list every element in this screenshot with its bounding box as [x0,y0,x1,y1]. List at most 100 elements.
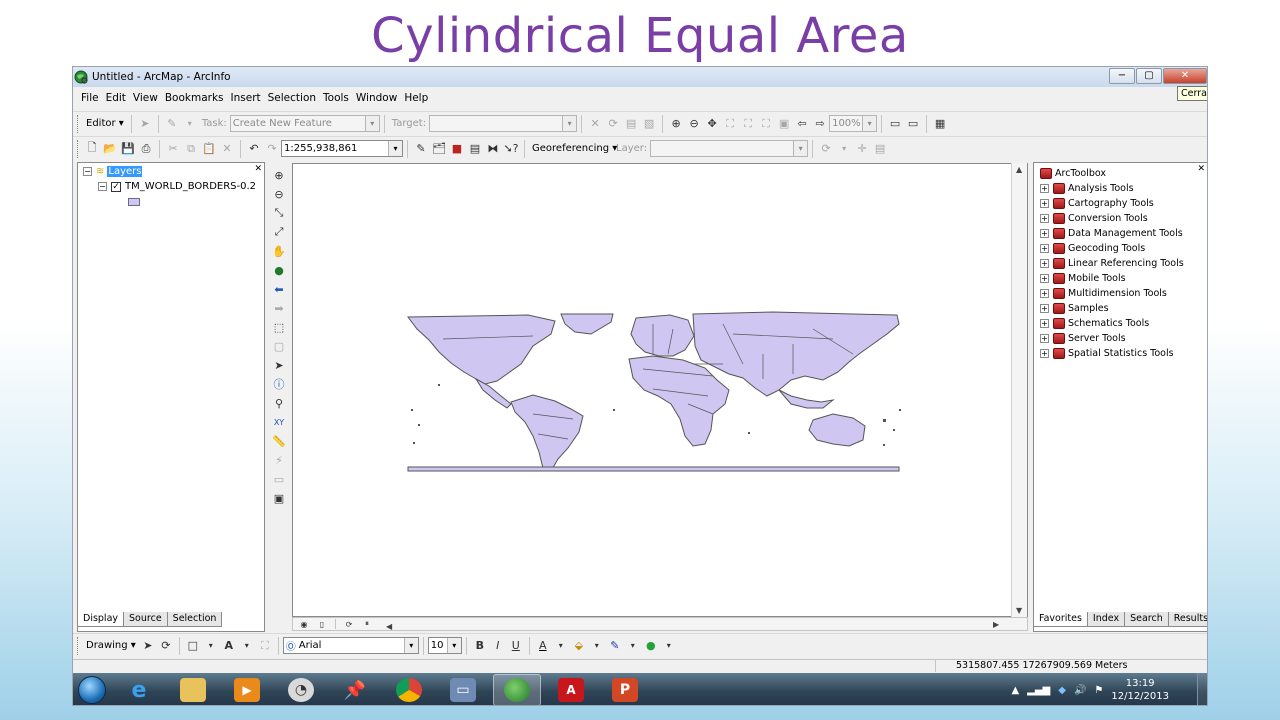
tab-index[interactable]: Index [1086,612,1126,627]
whats-this-icon[interactable]: ➘? [503,140,519,158]
georeferencing-menu[interactable]: Georeferencing ▾ [529,140,617,157]
tab-source[interactable]: Source [123,612,168,627]
layers-label[interactable]: Layers [107,166,143,177]
show-desktop-button[interactable] [1197,673,1207,705]
html-popup-icon[interactable]: ▭ [271,470,287,488]
rotate-element-icon[interactable]: ⟳ [158,637,174,655]
split-tool-icon[interactable]: ✕ [587,115,603,133]
layer-visibility-checkbox[interactable]: ✓ [111,181,121,192]
menu-edit[interactable]: Edit [106,92,126,104]
go-back-extent-icon[interactable]: ⇦ [794,115,810,133]
font-size-select[interactable]: 10 ▾ [427,637,462,654]
edit-tool-icon[interactable]: ➤ [137,115,153,133]
taskbar-powerpoint[interactable]: P [601,674,649,705]
tab-display[interactable]: Display [77,612,125,627]
taskbar-remote-desktop[interactable]: ▭ [439,674,487,705]
taskbar-internet-explorer[interactable]: e [115,674,163,705]
fixed-zoom-in-icon[interactable]: ⤡ [271,204,287,222]
tab-search[interactable]: Search [1124,612,1169,627]
expand-icon[interactable]: + [1040,273,1049,283]
georef-dropdown-icon[interactable]: ▾ [836,140,852,158]
map-scale-select[interactable]: 1:255,938,861 ▾ [281,140,403,157]
toolbox-item[interactable]: + Analysis Tools [1040,181,1134,195]
cut-icon[interactable]: ✂ [165,140,181,158]
find-icon[interactable]: ⚲ [271,394,287,412]
zoom-100-icon[interactable]: ▣ [776,115,792,133]
layer-item[interactable]: − ✓ TM_WORLD_BORDERS-0.2 [98,181,256,192]
layer-name[interactable]: TM_WORLD_BORDERS-0.2 [125,181,256,192]
world-map[interactable] [293,164,1028,617]
fill-color-icon[interactable]: ⬙ [571,637,587,655]
marker-color-dropdown-icon[interactable]: ▾ [661,637,677,655]
rectangle-icon[interactable]: □ [185,637,201,655]
refresh-view-icon[interactable]: ⟳ [341,618,357,630]
drawing-menu[interactable]: Drawing ▾ [86,640,136,651]
toolbox-item[interactable]: + Conversion Tools [1040,211,1148,225]
scroll-right-icon[interactable]: ▶ [993,620,999,629]
task-select[interactable]: Create New Feature ▾ [229,115,380,132]
editor-menu[interactable]: Editor ▾ [86,118,124,129]
volume-icon[interactable]: 🔊 [1074,685,1086,696]
dropbox-icon[interactable]: ◆ [1058,685,1066,696]
expand-icon[interactable]: + [1040,333,1049,343]
zoom-out-icon[interactable]: ⊖ [271,185,287,203]
select-elements-icon[interactable]: ➤ [140,637,156,655]
data-view-icon[interactable]: ◉ [296,618,312,630]
copy-icon[interactable]: ⧉ [183,140,199,158]
layout-view-icon[interactable]: ▯ [314,618,330,630]
expand-icon[interactable]: + [1040,228,1049,238]
toolbox-item[interactable]: + Schematics Tools [1040,316,1149,330]
arctoolbox-icon[interactable]: ■ [449,140,465,158]
network-icon[interactable]: ▂▄▆ [1027,685,1050,696]
model-builder-icon[interactable]: ⧓ [485,140,501,158]
underline-button[interactable]: U [508,637,524,655]
collapse-icon[interactable]: − [98,182,107,191]
add-control-points-icon[interactable]: ✛ [854,140,870,158]
expand-icon[interactable]: + [1040,303,1049,313]
zoom-out-fixed-icon[interactable]: ⊖ [686,115,702,133]
expand-icon[interactable]: + [1040,258,1049,268]
toolbar-grip[interactable] [77,636,80,655]
line-color-icon[interactable]: ✎ [607,637,623,655]
focus-data-frame-icon[interactable]: ▭ [905,115,921,133]
marker-color-icon[interactable]: ● [643,637,659,655]
minimize-button[interactable]: − [1109,68,1135,84]
taskbar-chrome[interactable] [385,674,433,705]
delete-icon[interactable]: ✕ [219,140,235,158]
text-dropdown-icon[interactable]: ▾ [239,637,255,655]
go-forward-icon[interactable]: ➡ [271,299,287,317]
select-features-icon[interactable]: ⬚ [271,318,287,336]
zoom-in-fixed-icon[interactable]: ⊕ [668,115,684,133]
scroll-left-icon[interactable]: ◀ [386,622,392,631]
close-button[interactable]: ✕ [1163,68,1207,84]
edit-vertices-icon[interactable]: ⛶ [257,637,273,655]
print-icon[interactable]: ⎙ [138,140,154,158]
taskbar-media-player[interactable]: ▶ [223,674,271,705]
taskbar-pin-app[interactable]: 📌 [331,674,379,705]
menu-bookmarks[interactable]: Bookmarks [165,92,224,104]
menu-insert[interactable]: Insert [231,92,261,104]
go-forward-extent-icon[interactable]: ⇨ [812,115,828,133]
start-button[interactable] [75,673,109,705]
shape-dropdown-icon[interactable]: ▾ [203,637,219,655]
toolbox-item[interactable]: + Mobile Tools [1040,271,1126,285]
zoom-in-icon[interactable]: ⊕ [271,166,287,184]
show-hidden-icons-icon[interactable]: ▲ [1011,685,1019,696]
expand-icon[interactable]: + [1040,183,1049,193]
save-icon[interactable]: 💾 [120,140,136,158]
collapse-icon[interactable]: − [83,167,92,176]
font-select[interactable]: Ⓞ Arial ▾ [282,637,419,654]
fixed-zoom-icon[interactable]: ⛶ [758,115,774,133]
arctoolbox-close-icon[interactable]: ✕ [1197,164,1205,174]
toggle-draft-icon[interactable]: ▭ [887,115,903,133]
select-elements-icon[interactable]: ➤ [271,356,287,374]
identify-icon[interactable]: ⓘ [271,375,287,393]
font-color-button[interactable]: A [535,637,551,655]
menu-help[interactable]: Help [404,92,428,104]
change-layout-icon[interactable]: ▦ [932,115,948,133]
sketch-dropdown-icon[interactable]: ▾ [182,115,198,133]
layer-symbol[interactable] [128,198,140,206]
toolbox-item[interactable]: + Samples [1040,301,1109,315]
expand-icon[interactable]: + [1040,318,1049,328]
pause-drawing-icon[interactable]: ⏸ [359,618,375,630]
